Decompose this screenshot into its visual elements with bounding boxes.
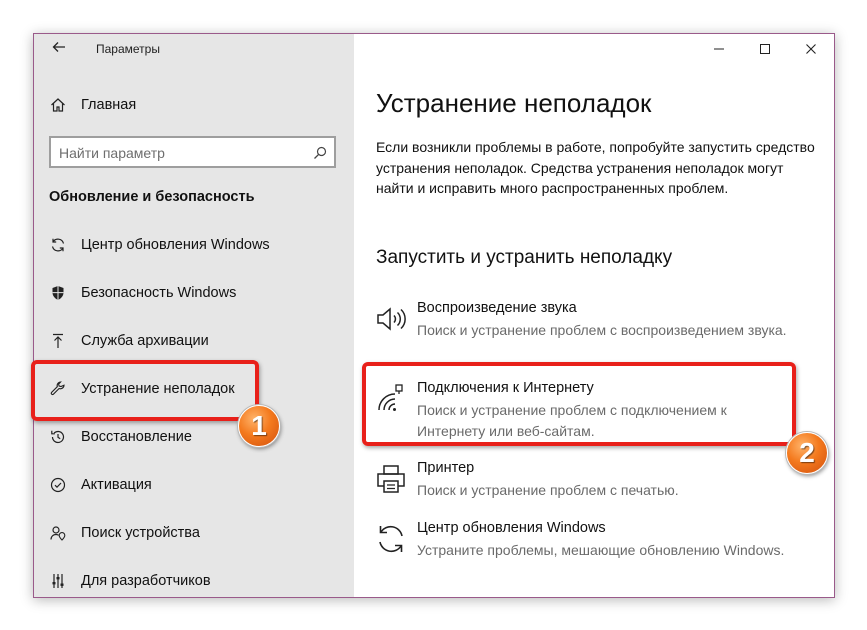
upload-icon — [49, 332, 67, 350]
sidebar-item-recovery[interactable]: Восстановление — [34, 417, 354, 457]
troubleshooter-audio[interactable]: Воспроизведение звука Поиск и устранение… — [374, 300, 804, 360]
sidebar-item-home[interactable]: Главная — [34, 85, 354, 125]
troubleshooter-description: Поиск и устранение проблем с печатью. — [417, 482, 679, 498]
maximize-button[interactable] — [742, 34, 788, 64]
troubleshooter-windows-update[interactable]: Центр обновления Windows Устраните пробл… — [374, 520, 804, 580]
page-description: Если возникли проблемы в работе, попробу… — [376, 139, 815, 196]
troubleshooter-name: Воспроизведение звука — [417, 300, 577, 316]
step-badge-1: 1 — [238, 405, 280, 447]
maximize-icon — [760, 44, 770, 54]
minimize-button[interactable] — [696, 34, 742, 64]
sidebar-item-activation[interactable]: Активация — [34, 465, 354, 505]
search-icon[interactable] — [312, 145, 328, 161]
section-title: Запустить и устранить неполадку — [376, 247, 673, 268]
settings-window: Параметры Главная Обновление и безопасно… — [33, 33, 835, 598]
speaker-icon — [374, 302, 408, 336]
troubleshooter-description: Устраните проблемы, мешающие обновлению … — [417, 542, 785, 558]
main-panel: Устранение неполадок Если возникли пробл… — [354, 34, 834, 597]
minimize-icon — [714, 48, 724, 50]
sidebar-section-title: Обновление и безопасность — [49, 189, 255, 205]
history-icon — [49, 428, 67, 446]
sidebar-item-windows-update[interactable]: Центр обновления Windows — [34, 225, 354, 265]
check-circle-icon — [49, 476, 67, 494]
sidebar-item-find-device[interactable]: Поиск устройства — [34, 513, 354, 553]
back-arrow-icon — [52, 42, 65, 52]
search-box — [49, 136, 336, 168]
troubleshooter-printer[interactable]: Принтер Поиск и устранение проблем с печ… — [374, 460, 804, 520]
refresh-icon — [49, 236, 67, 254]
sidebar-item-label: Восстановление — [81, 429, 192, 445]
back-button[interactable] — [48, 39, 70, 61]
sidebar-item-label: Главная — [81, 97, 137, 113]
sidebar-item-label: Для разработчиков — [81, 573, 211, 589]
close-icon — [806, 44, 816, 54]
highlight-troubleshoot-sidebar — [31, 360, 259, 421]
troubleshooter-name: Центр обновления Windows — [417, 520, 606, 536]
sliders-icon — [49, 572, 67, 590]
person-location-icon — [49, 524, 67, 542]
step-badge-2: 2 — [786, 432, 828, 474]
sidebar-item-backup[interactable]: Служба архивации — [34, 321, 354, 361]
sidebar-item-windows-security[interactable]: Безопасность Windows — [34, 273, 354, 313]
sidebar-item-label: Служба архивации — [81, 333, 209, 349]
sidebar: Параметры Главная Обновление и безопасно… — [34, 34, 354, 597]
page-title: Устранение неполадок — [376, 88, 652, 118]
sidebar-item-developers[interactable]: Для разработчиков — [34, 561, 354, 597]
shield-icon — [49, 284, 67, 302]
close-button[interactable] — [788, 34, 834, 64]
troubleshooter-description: Поиск и устранение проблем с воспроизвед… — [417, 322, 787, 338]
sidebar-item-label: Безопасность Windows — [81, 285, 237, 301]
home-icon — [49, 96, 67, 114]
search-input[interactable] — [59, 144, 299, 162]
app-title: Параметры — [96, 42, 160, 56]
sidebar-item-label: Поиск устройства — [81, 525, 200, 541]
sidebar-item-label: Центр обновления Windows — [81, 237, 270, 253]
printer-icon — [374, 462, 408, 496]
refresh-icon — [374, 522, 408, 556]
highlight-internet-troubleshooter — [362, 362, 796, 446]
troubleshooter-name: Принтер — [417, 460, 475, 476]
sidebar-item-label: Активация — [81, 477, 152, 493]
